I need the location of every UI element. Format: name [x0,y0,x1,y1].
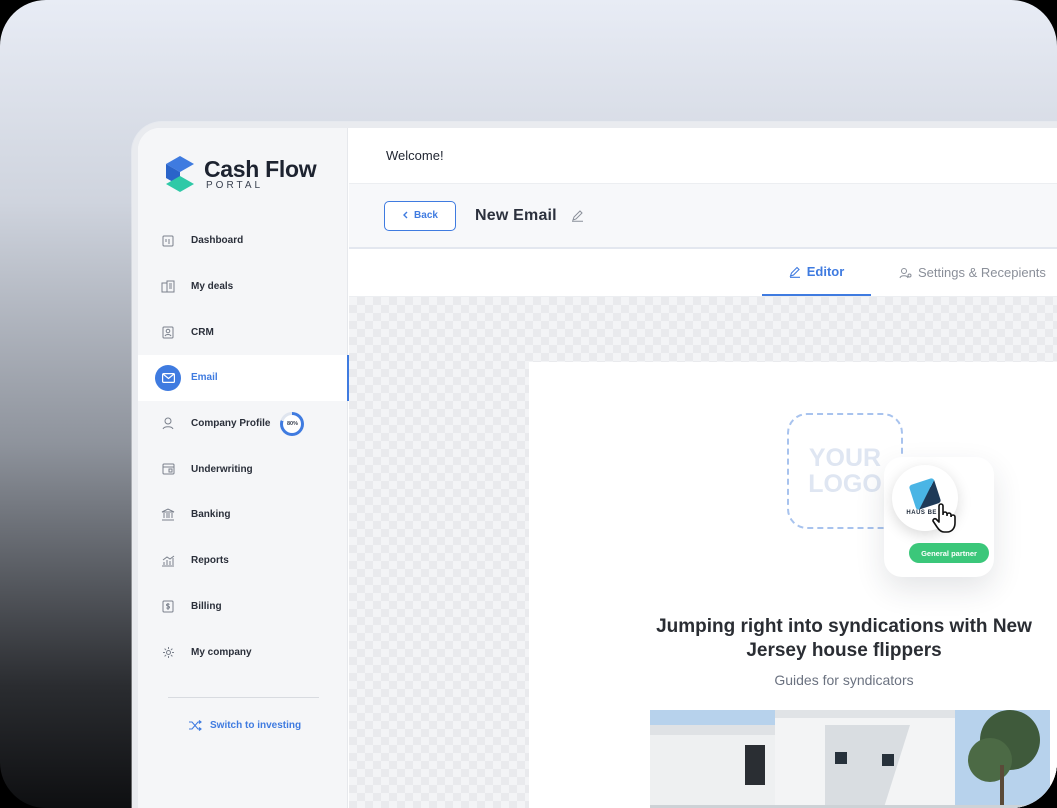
sidebar-item-email[interactable]: Email [138,355,349,401]
sidebar-item-reports[interactable]: Reports [138,538,348,584]
email-canvas[interactable]: YOUR LOGO HAUS BE E General partner Jumpi… [349,297,1057,808]
email-subhead[interactable]: Guides for syndicators [629,672,1057,688]
sidebar-item-my-deals[interactable]: My deals [138,264,348,310]
pencil-edit-icon[interactable] [571,209,584,222]
profile-progress-ring: 80% [280,411,305,436]
cashflow-logo-icon [166,156,198,192]
sidebar-item-my-company[interactable]: My company [138,629,348,675]
hand-cursor-icon [930,502,958,539]
sidebar-item-banking[interactable]: Banking [138,492,348,538]
sidebar-nav: Dashboard My deals CRM Email Company Pro… [138,218,349,675]
sidebar-item-label: My company [191,646,252,658]
brand-name: Cash Flow [204,156,317,182]
sidebar-item-billing[interactable]: Billing [138,584,348,630]
users-settings-icon [899,267,912,279]
brand-sub: PORTAL [206,180,264,191]
user-icon [160,416,176,432]
sidebar-item-dashboard[interactable]: Dashboard [138,218,348,264]
calculator-icon [160,461,176,477]
sidebar-item-label: Reports [191,555,229,567]
editor-tabs: Editor Settings & Recepients [349,249,1057,297]
page-title: New Email [475,206,557,224]
switch-label: Switch to investing [210,720,302,731]
back-label: Back [414,210,438,221]
sidebar: Cash Flow PORTAL Dashboard My deals CRM … [138,128,349,808]
dollar-doc-icon [160,598,176,614]
bank-icon [160,507,176,523]
sidebar-divider [168,697,319,698]
welcome-text: Welcome! [386,148,444,163]
chart-icon [160,553,176,569]
tab-editor[interactable]: Editor [762,249,871,296]
sidebar-item-label: My deals [191,281,234,293]
general-partner-badge: General partner [909,543,989,563]
chevron-left-icon [402,211,408,221]
sidebar-item-label: CRM [191,326,214,338]
sidebar-item-label: Dashboard [191,235,244,247]
tab-settings-label: Settings & Recepients [918,265,1046,280]
page-header: Back New Email [349,184,1057,249]
dashboard-icon [160,233,176,249]
tab-settings-recipients[interactable]: Settings & Recepients [899,249,1046,296]
sidebar-item-label: Company Profile [191,418,271,430]
profile-progress-value: 80% [283,414,302,433]
switch-to-investing-link[interactable]: Switch to investing [188,720,301,731]
pencil-icon [789,266,801,278]
shuffle-icon [188,720,202,731]
main-content: Welcome! Back New Email Editor Settings … [349,128,1057,808]
sidebar-item-underwriting[interactable]: Underwriting [138,446,348,492]
gear-icon [160,644,176,660]
contact-card-icon [160,324,176,340]
sidebar-item-crm[interactable]: CRM [138,309,348,355]
sidebar-item-company-profile[interactable]: Company Profile 80% [138,401,348,447]
mail-icon [155,364,181,391]
sidebar-item-label: Banking [191,509,231,521]
app-frame: Cash Flow PORTAL Dashboard My deals CRM … [0,0,1057,808]
top-bar: Welcome! [349,128,1057,184]
buildings-icon [160,279,176,295]
tab-editor-label: Editor [806,264,845,279]
app-screen: Cash Flow PORTAL Dashboard My deals CRM … [138,128,1057,808]
brand-logo[interactable]: Cash Flow PORTAL [166,156,317,192]
house-photo[interactable] [650,710,1050,808]
sidebar-item-label: Underwriting [191,463,253,475]
back-button[interactable]: Back [384,200,456,231]
sidebar-item-label: Billing [191,600,222,612]
email-headline[interactable]: Jumping right into syndications with New… [629,615,1057,663]
email-preview: YOUR LOGO HAUS BE E General partner Jumpi… [529,362,1057,808]
sidebar-item-label: Email [191,372,218,384]
